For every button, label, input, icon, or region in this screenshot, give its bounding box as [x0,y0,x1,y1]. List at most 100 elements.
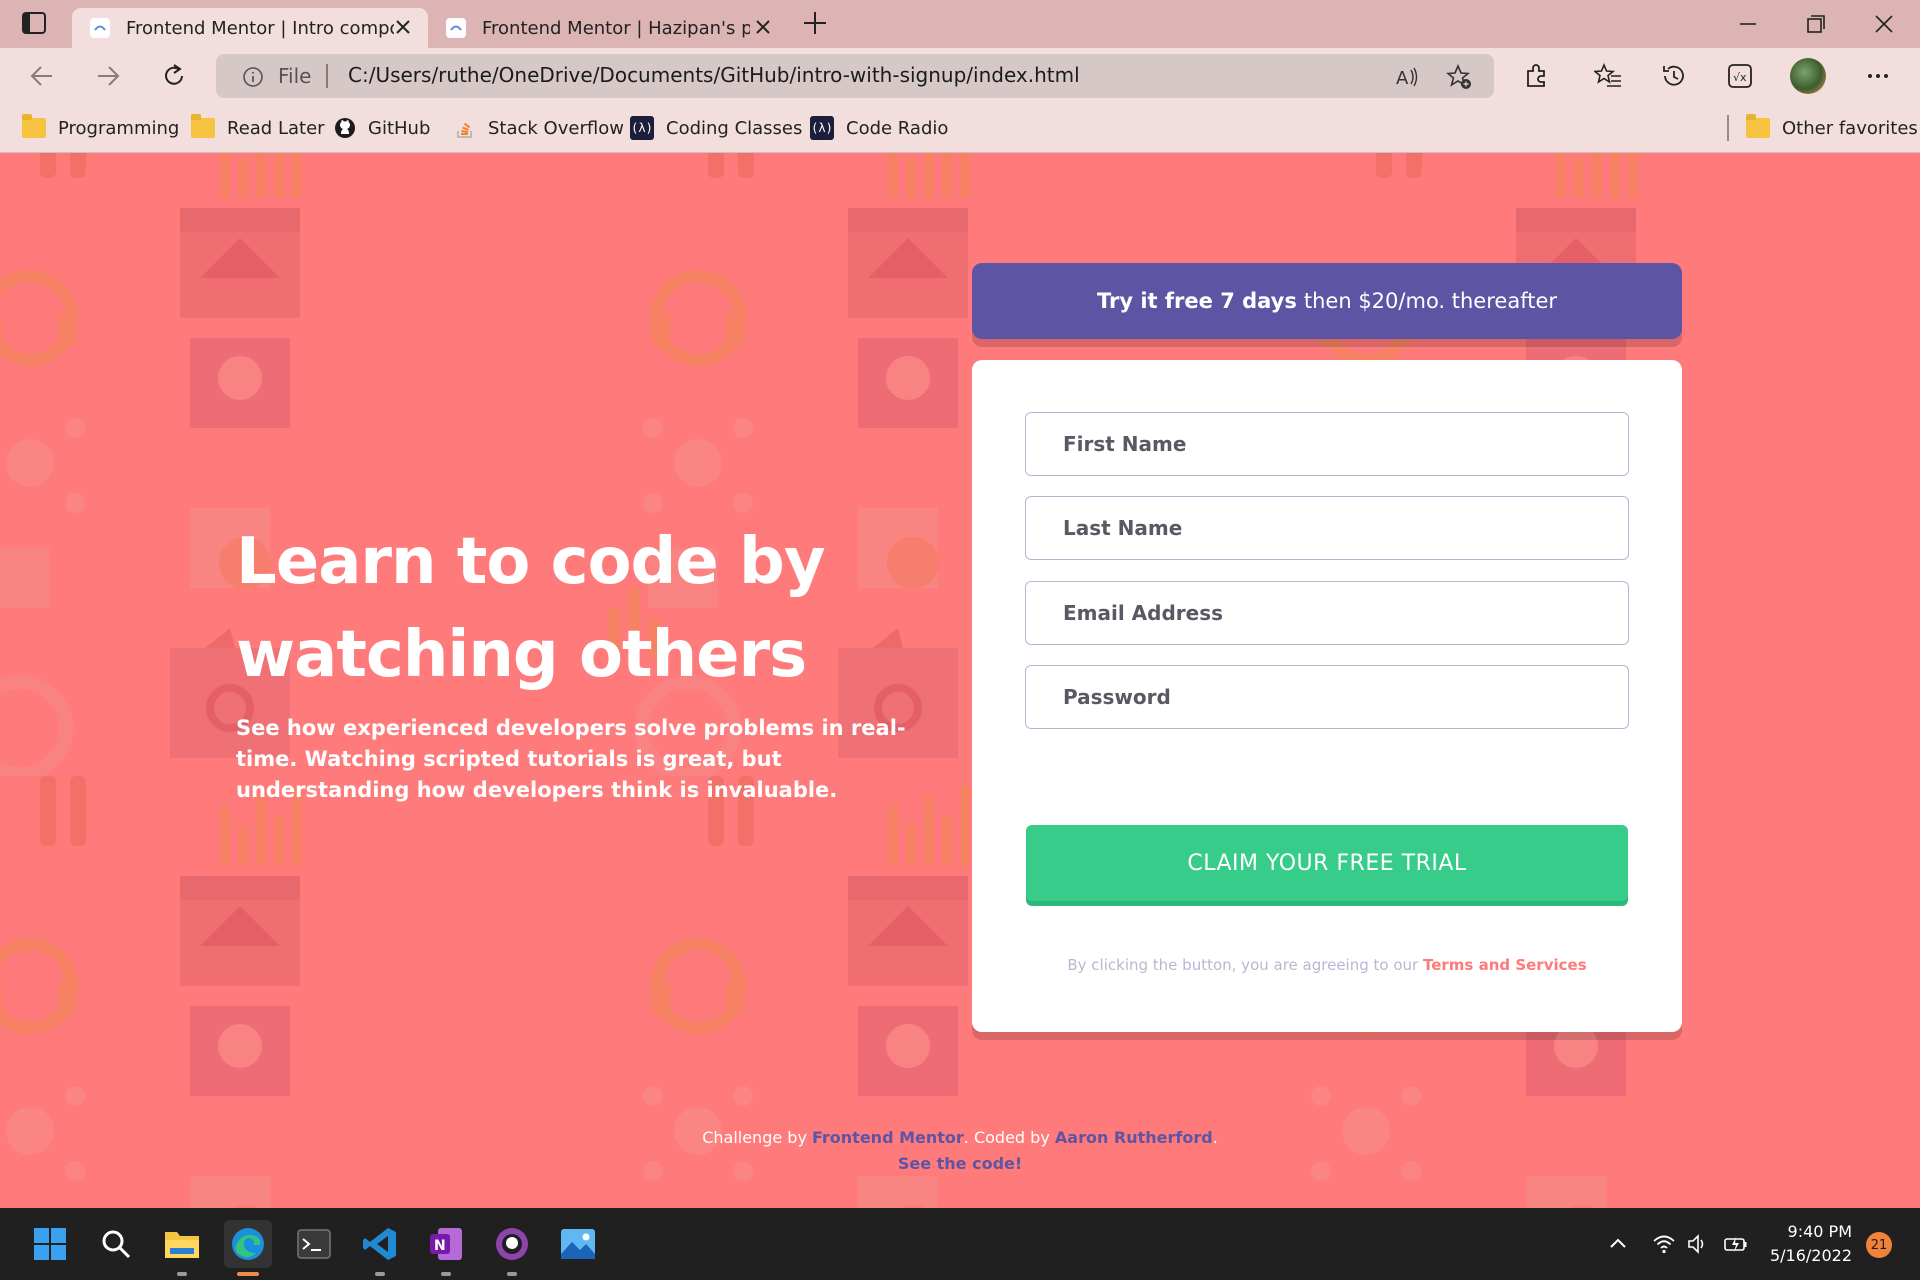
terms-link[interactable]: Terms and Services [1423,956,1587,974]
bookmark-label: Programming [58,117,180,139]
github-desktop-icon [496,1228,528,1260]
minimize-icon[interactable] [1736,12,1760,36]
bookmark-stack-overflow[interactable]: Stack Overflow [454,114,624,142]
bookmark-github[interactable]: GitHub [334,114,430,142]
forward-icon[interactable] [94,62,122,90]
taskbar-terminal[interactable] [290,1220,338,1268]
svg-text:√x: √x [1733,71,1747,84]
file-explorer-icon [165,1232,199,1258]
taskbar-photos[interactable] [554,1220,602,1268]
chevron-up-icon[interactable] [1606,1232,1630,1256]
folder-icon [22,114,46,138]
refresh-icon[interactable] [160,62,188,90]
first-name-input[interactable] [1025,412,1629,476]
folder-icon [1746,114,1770,138]
tab-title: Frontend Mentor | Intro compon [126,17,394,39]
password-input[interactable] [1025,665,1629,729]
terms-notice: By clicking the button, you are agreeing… [972,956,1682,974]
folder-icon [191,114,215,138]
claim-free-trial-button[interactable]: CLAIM YOUR FREE TRIAL [1026,825,1628,901]
page-content: Learn to code by watching others See how… [0,153,1920,1208]
taskbar-file-explorer[interactable] [158,1220,206,1268]
svg-text:A: A [1396,68,1409,89]
bookmark-code-radio[interactable]: (λ) Code Radio [810,114,948,142]
attribution-period: . [1212,1128,1218,1147]
url-text[interactable]: C:/Users/ruthe/OneDrive/Documents/GitHub… [348,63,1080,87]
bookmark-read-later[interactable]: Read Later [191,114,325,142]
notification-badge[interactable]: 21 [1866,1232,1892,1258]
svg-text:N: N [434,1238,446,1254]
more-options-icon[interactable] [1864,62,1892,90]
freecodecamp-icon: (λ) [630,116,654,140]
terminal-icon [297,1229,331,1259]
stackoverflow-icon [457,122,472,138]
close-tab-icon[interactable] [754,18,772,36]
taskbar-search[interactable] [92,1220,140,1268]
clock-date: 5/16/2022 [1769,1246,1852,1265]
attribution-challenge-text: Challenge by [702,1128,807,1147]
active-indicator [237,1272,259,1276]
scheme-label: File [278,64,312,88]
running-indicator [441,1272,451,1276]
email-input[interactable] [1025,581,1629,645]
restore-icon[interactable] [1804,12,1828,36]
taskbar-onenote[interactable]: N [422,1220,470,1268]
bookmark-label: Code Radio [846,117,949,139]
math-solver-icon[interactable]: √x [1726,62,1754,90]
browser-toolbar: File C:/Users/ruthe/OneDrive/Documents/G… [0,48,1920,136]
tab-actions-icon[interactable] [22,12,46,34]
search-icon [102,1230,131,1259]
bookmark-label: Read Later [227,117,325,139]
onenote-icon: N [430,1228,462,1260]
hero-title: Learn to code by watching others [236,525,826,692]
start-button[interactable] [26,1220,74,1268]
taskbar-edge[interactable] [224,1220,272,1268]
free-trial-banner: Try it free 7 days then $20/mo. thereaft… [972,263,1682,339]
add-favorite-icon[interactable] [1446,64,1472,90]
back-icon[interactable] [28,62,56,90]
address-bar[interactable]: File C:/Users/ruthe/OneDrive/Documents/G… [216,54,1494,98]
wifi-icon[interactable] [1652,1232,1676,1256]
system-clock[interactable]: 9:40 PM 5/16/2022 [1762,1220,1852,1268]
extensions-icon[interactable] [1522,62,1550,90]
battery-icon[interactable] [1724,1232,1748,1256]
last-name-input[interactable] [1025,496,1629,560]
windows-taskbar: N 9:40 PM 5/16/2022 21 [0,1208,1920,1280]
bookmarks-bar: Programming Read Later GitHub Stack Over… [0,104,1920,153]
bookmark-other-favorites[interactable]: Other favorites [1746,114,1918,142]
tab-title: Frontend Mentor | Hazipan's pro [482,17,750,39]
signup-form: CLAIM YOUR FREE TRIAL By clicking the bu… [972,360,1682,1032]
freecodecamp-icon: (λ) [810,116,834,140]
close-tab-icon[interactable] [394,18,412,36]
volume-icon[interactable] [1686,1232,1710,1256]
browser-tab-bar: Frontend Mentor | Intro compon Frontend … [0,0,1920,48]
attribution: Challenge by Frontend Mentor. Coded by A… [0,1125,1920,1177]
read-aloud-icon[interactable]: A [1394,64,1420,90]
bookmark-label: GitHub [368,117,431,139]
taskbar-vscode[interactable] [356,1220,404,1268]
promo-bold-text: Try it free 7 days [1096,289,1297,313]
clock-time: 9:40 PM [1787,1222,1852,1241]
address-separator [326,64,328,88]
page-favicon-icon [90,18,110,38]
bookmark-programming[interactable]: Programming [22,114,179,142]
author-link[interactable]: Aaron Rutherford [1055,1128,1213,1147]
profile-avatar[interactable] [1790,58,1826,94]
see-code-link[interactable]: See the code! [898,1154,1022,1173]
new-tab-icon[interactable] [802,10,828,36]
history-icon[interactable] [1660,62,1688,90]
tab-frontend-mentor-intro[interactable]: Frontend Mentor | Intro compon [72,8,428,48]
promo-text: then $20/mo. thereafter [1303,289,1558,313]
hero-description: See how experienced developers solve pro… [236,716,906,802]
tab-frontend-mentor-hazipan[interactable]: Frontend Mentor | Hazipan's pro [428,8,788,48]
edge-icon [232,1228,264,1260]
terms-prefix: By clicking the button, you are agreeing… [1067,956,1419,974]
bookmark-label: Stack Overflow [488,117,624,139]
close-window-icon[interactable] [1872,12,1896,36]
favorites-icon[interactable] [1594,62,1622,90]
site-info-icon[interactable] [242,66,264,88]
frontend-mentor-link[interactable]: Frontend Mentor [812,1128,964,1147]
taskbar-github-desktop[interactable] [488,1220,536,1268]
attribution-coded-text: . Coded by [963,1128,1050,1147]
bookmark-coding-classes[interactable]: (λ) Coding Classes [630,114,802,142]
